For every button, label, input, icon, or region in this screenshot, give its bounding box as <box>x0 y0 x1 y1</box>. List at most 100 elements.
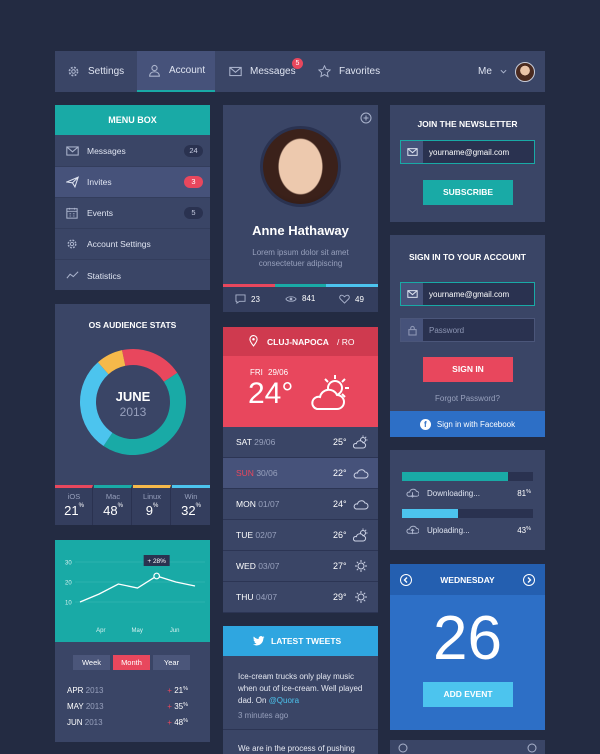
monthly-label: APR <box>67 686 86 695</box>
subscribe-button[interactable]: SUBSCRIBE <box>423 180 513 205</box>
tab-year[interactable]: Year <box>153 655 190 670</box>
forecast-date: 01/07 <box>258 499 280 509</box>
count-badge: 5 <box>184 207 203 219</box>
forecast-row[interactable]: WED 03/07 27° <box>223 551 378 582</box>
avatar[interactable] <box>514 61 535 82</box>
chart-x-tick: Apr <box>96 628 105 634</box>
chart-series-line <box>79 575 196 603</box>
os-stat-win: Win 32% <box>172 485 210 525</box>
forecast-row[interactable]: SAT 29/06 25° <box>223 427 378 458</box>
profile-stat-comments[interactable]: 23 <box>235 294 260 304</box>
partly-cloudy-icon <box>353 435 368 449</box>
signin-password-field[interactable]: Password <box>400 318 535 342</box>
forecast-row[interactable]: TUE 02/07 26° <box>223 520 378 551</box>
forecast-day: SAT 29/06 <box>236 437 275 447</box>
cloud-download-icon <box>406 488 419 498</box>
nav-settings[interactable]: Settings <box>67 51 137 92</box>
profile-stat-views[interactable]: 841 <box>285 294 315 303</box>
transfer-number: 43 <box>517 526 527 535</box>
forecast-date: 29/06 <box>254 437 276 447</box>
os-stat-mac: Mac 48% <box>94 485 132 525</box>
nav-messages[interactable]: Messages 5 <box>229 51 309 92</box>
profile-stats: 23 841 49 <box>223 287 378 312</box>
sun-icon <box>355 591 367 603</box>
tab-month[interactable]: Month <box>113 655 150 670</box>
next-day-button[interactable] <box>523 574 535 586</box>
gear-icon <box>68 66 79 77</box>
forecast-day: MON 01/07 <box>236 499 279 509</box>
facebook-signin-label: Sign in with Facebook <box>436 419 516 429</box>
menu-item-account-settings[interactable]: Account Settings <box>55 229 210 260</box>
gear-icon <box>67 239 77 249</box>
envelope-icon <box>229 66 242 77</box>
stats-line-chart: 30 20 10 + 28% Apr May Jun <box>55 540 210 642</box>
progress-fill <box>402 472 509 481</box>
tweet-link[interactable]: @Quora <box>269 696 299 705</box>
partly-cloudy-icon <box>311 375 349 410</box>
chevron-right-icon[interactable] <box>527 743 537 753</box>
tweets-list: Ice-cream trucks only play music when ou… <box>223 656 378 754</box>
os-audience-stats: OS AUDIENCE STATS JUNE 2013 iOS 21% Mac 48%… <box>55 304 210 525</box>
monthly-value: + 21% <box>167 686 188 695</box>
nav-account[interactable]: Account <box>137 51 215 92</box>
count-badge: 24 <box>184 145 203 157</box>
forecast-row[interactable]: SUN 30/06 22° <box>223 458 378 489</box>
nav-favorites[interactable]: Favorites <box>318 51 388 92</box>
transfer-number: 81 <box>517 489 527 498</box>
forecast-weekday: SAT <box>236 437 255 447</box>
monthly-label: JUN <box>67 718 85 727</box>
signin-email-field[interactable]: yourname@gmail.com <box>400 282 535 306</box>
donut-slice-linux <box>97 350 126 375</box>
user-menu[interactable]: Me <box>478 51 540 92</box>
menu-item-invites[interactable]: Invites 3 <box>55 167 210 198</box>
os-stat-linux: Linux 9% <box>133 485 171 525</box>
add-event-button[interactable]: ADD EVENT <box>423 682 513 707</box>
monthly-unit: % <box>183 718 188 724</box>
menu-item-messages[interactable]: Messages 24 <box>55 136 210 167</box>
newsletter-card: JOIN THE NEWSLETTER yourname@gmail.com S… <box>390 105 545 222</box>
line-chart-icon <box>66 271 79 279</box>
user-menu-label: Me <box>478 66 492 77</box>
signin-button[interactable]: SIGN IN <box>423 357 513 382</box>
forecast-row[interactable]: THU 04/07 29° <box>223 582 378 613</box>
signin-title: SIGN IN TO YOUR ACCOUNT <box>409 252 526 262</box>
tweet-item: Ice-cream trucks only play music when ou… <box>238 671 366 707</box>
monthly-value: + 48% <box>167 718 188 727</box>
monthly-year: 2013 <box>84 718 103 727</box>
facebook-signin-button[interactable]: f Sign in with Facebook <box>390 411 545 437</box>
forgot-password-link[interactable]: Forgot Password? <box>390 394 545 403</box>
transfer-label: Uploading... <box>427 526 470 535</box>
profile-stat-likes[interactable]: 49 <box>339 294 364 304</box>
tab-week[interactable]: Week <box>73 655 110 670</box>
menu-item-statistics[interactable]: Statistics <box>55 260 210 291</box>
os-stat-unit: % <box>195 503 201 509</box>
signin-email-value: yourname@gmail.com <box>429 289 510 299</box>
calendar-day-number: 26 <box>433 604 502 673</box>
os-stat-value: 9% <box>145 503 159 518</box>
count-badge: 3 <box>184 176 203 188</box>
cloud-icon <box>353 500 369 510</box>
nav-account-label: Account <box>169 65 206 76</box>
calendar-card: WEDNESDAY 26 ADD EVENT <box>390 564 545 730</box>
password-placeholder: Password <box>429 325 465 335</box>
os-stat-name: iOS <box>67 492 81 501</box>
chart-point[interactable] <box>153 572 161 580</box>
os-stat-unit: % <box>78 503 84 509</box>
forecast-day: THU 04/07 <box>236 592 277 602</box>
calendar-header: WEDNESDAY <box>390 564 545 595</box>
nav-messages-label: Messages <box>250 66 296 77</box>
menu-item-label: Messages <box>87 146 126 156</box>
forecast-row[interactable]: MON 01/07 24° <box>223 489 378 520</box>
cloud-upload-icon <box>406 525 419 535</box>
chevron-left-icon[interactable] <box>398 743 408 753</box>
lock-icon <box>401 319 423 341</box>
forecast-day: SUN 30/06 <box>236 468 278 478</box>
forecast-temp: 22° <box>333 468 347 478</box>
sun-icon <box>355 560 367 572</box>
cloud-icon <box>353 469 369 479</box>
menu-item-events[interactable]: Events 5 <box>55 198 210 229</box>
progress-bar <box>402 509 533 518</box>
newsletter-email-field[interactable]: yourname@gmail.com <box>400 140 535 164</box>
add-icon[interactable] <box>360 112 372 124</box>
weather-date-day: FRI <box>250 368 263 377</box>
